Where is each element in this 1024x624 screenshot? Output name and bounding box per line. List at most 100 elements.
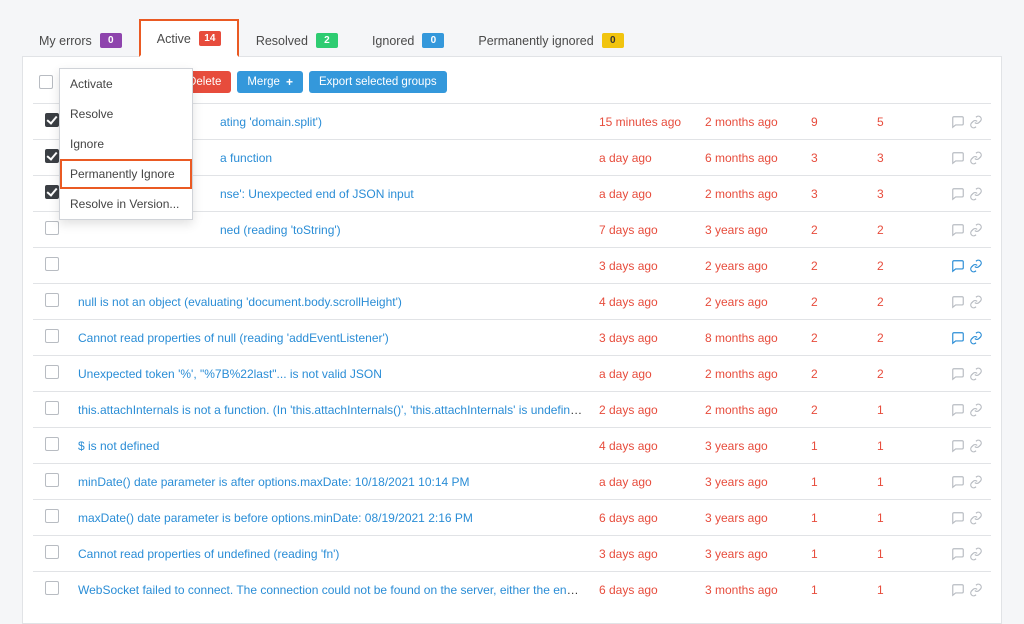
row-actions (935, 392, 991, 428)
tab-my-errors[interactable]: My errors0 (22, 22, 139, 57)
row-checkbox[interactable] (45, 149, 59, 163)
error-link[interactable]: null is not an object (evaluating 'docum… (78, 295, 402, 309)
first-seen: 2 years ago (697, 248, 803, 284)
dropdown-item-resolve[interactable]: Resolve (60, 99, 192, 129)
count-users: 1 (869, 536, 935, 572)
comment-icon[interactable] (951, 366, 965, 381)
row-checkbox[interactable] (45, 581, 59, 595)
error-link[interactable]: WebSocket failed to connect. The connect… (78, 583, 591, 597)
link-icon[interactable] (969, 222, 983, 237)
tab-resolved[interactable]: Resolved2 (239, 22, 355, 57)
dropdown-item-permanently-ignore[interactable]: Permanently Ignore (60, 159, 192, 189)
row-checkbox[interactable] (45, 509, 59, 523)
comment-icon[interactable] (951, 546, 965, 561)
dropdown-item-activate[interactable]: Activate (60, 69, 192, 99)
error-link[interactable]: maxDate() date parameter is before optio… (78, 511, 473, 525)
table-row: Cannot read properties of undefined (rea… (33, 536, 991, 572)
error-link[interactable]: Cannot read properties of undefined (rea… (78, 547, 339, 561)
tab-badge: 0 (602, 33, 624, 48)
change-status-dropdown: Activate Resolve Ignore Permanently Igno… (59, 68, 193, 220)
error-link[interactable]: Unexpected token '%', "%7B%22last"... is… (78, 367, 382, 381)
comment-icon[interactable] (951, 402, 965, 417)
errors-panel: Change Status Delete Merge + Export sele… (22, 57, 1002, 624)
link-icon[interactable] (969, 582, 983, 597)
link-icon[interactable] (969, 438, 983, 453)
last-seen: 2 days ago (591, 392, 697, 428)
row-checkbox[interactable] (45, 473, 59, 487)
tab-label: Ignored (372, 34, 414, 48)
first-seen: 8 months ago (697, 320, 803, 356)
error-link[interactable]: a function (220, 151, 272, 165)
link-icon[interactable] (969, 150, 983, 165)
dropdown-item-ignore[interactable]: Ignore (60, 129, 192, 159)
row-checkbox[interactable] (45, 401, 59, 415)
link-icon[interactable] (969, 474, 983, 489)
link-icon[interactable] (969, 186, 983, 201)
row-checkbox[interactable] (45, 113, 59, 127)
link-icon[interactable] (969, 330, 983, 345)
comment-icon[interactable] (951, 186, 965, 201)
error-link[interactable]: Cannot read properties of null (reading … (78, 331, 389, 345)
dropdown-item-resolve-in-version[interactable]: Resolve in Version... (60, 189, 192, 219)
link-icon[interactable] (969, 510, 983, 525)
comment-icon[interactable] (951, 330, 965, 345)
link-icon[interactable] (969, 402, 983, 417)
row-checkbox[interactable] (45, 545, 59, 559)
row-checkbox[interactable] (45, 257, 59, 271)
first-seen: 3 years ago (697, 464, 803, 500)
count-occurrences: 3 (803, 140, 869, 176)
row-checkbox[interactable] (45, 185, 59, 199)
last-seen: a day ago (591, 464, 697, 500)
row-checkbox[interactable] (45, 365, 59, 379)
merge-button[interactable]: Merge + (237, 71, 303, 93)
comment-icon[interactable] (951, 114, 965, 129)
first-seen: 2 months ago (697, 176, 803, 212)
row-actions (935, 176, 991, 212)
first-seen: 3 years ago (697, 536, 803, 572)
count-users: 3 (869, 140, 935, 176)
tab-ignored[interactable]: Ignored0 (355, 22, 461, 57)
comment-icon[interactable] (951, 510, 965, 525)
count-users: 2 (869, 320, 935, 356)
last-seen: 3 days ago (591, 536, 697, 572)
comment-icon[interactable] (951, 582, 965, 597)
error-link[interactable]: $ is not defined (78, 439, 159, 453)
export-button[interactable]: Export selected groups (309, 71, 447, 93)
row-checkbox[interactable] (45, 293, 59, 307)
row-actions (935, 284, 991, 320)
link-icon[interactable] (969, 366, 983, 381)
error-link[interactable]: ned (reading 'toString') (220, 223, 341, 237)
comment-icon[interactable] (951, 294, 965, 309)
first-seen: 2 years ago (697, 284, 803, 320)
last-seen: a day ago (591, 356, 697, 392)
count-occurrences: 1 (803, 536, 869, 572)
error-link[interactable]: this.attachInternals is not a function. … (78, 403, 587, 417)
row-checkbox[interactable] (45, 329, 59, 343)
error-link[interactable]: minDate() date parameter is after option… (78, 475, 470, 489)
count-occurrences: 3 (803, 176, 869, 212)
last-seen: 3 days ago (591, 248, 697, 284)
row-checkbox[interactable] (45, 221, 59, 235)
tab-permanently-ignored[interactable]: Permanently ignored0 (461, 22, 640, 57)
comment-icon[interactable] (951, 222, 965, 237)
tab-badge: 14 (199, 31, 221, 46)
select-all-checkbox[interactable] (39, 75, 53, 89)
last-seen: 4 days ago (591, 284, 697, 320)
error-link[interactable]: ating 'domain.split') (220, 115, 322, 129)
error-link[interactable]: nse': Unexpected end of JSON input (220, 187, 414, 201)
count-users: 2 (869, 248, 935, 284)
link-icon[interactable] (969, 258, 983, 273)
row-checkbox[interactable] (45, 437, 59, 451)
count-users: 3 (869, 176, 935, 212)
row-actions (935, 212, 991, 248)
link-icon[interactable] (969, 114, 983, 129)
link-icon[interactable] (969, 546, 983, 561)
comment-icon[interactable] (951, 258, 965, 273)
link-icon[interactable] (969, 294, 983, 309)
comment-icon[interactable] (951, 150, 965, 165)
comment-icon[interactable] (951, 474, 965, 489)
count-users: 1 (869, 464, 935, 500)
comment-icon[interactable] (951, 438, 965, 453)
tab-active[interactable]: Active14 (139, 19, 239, 57)
table-row: minDate() date parameter is after option… (33, 464, 991, 500)
